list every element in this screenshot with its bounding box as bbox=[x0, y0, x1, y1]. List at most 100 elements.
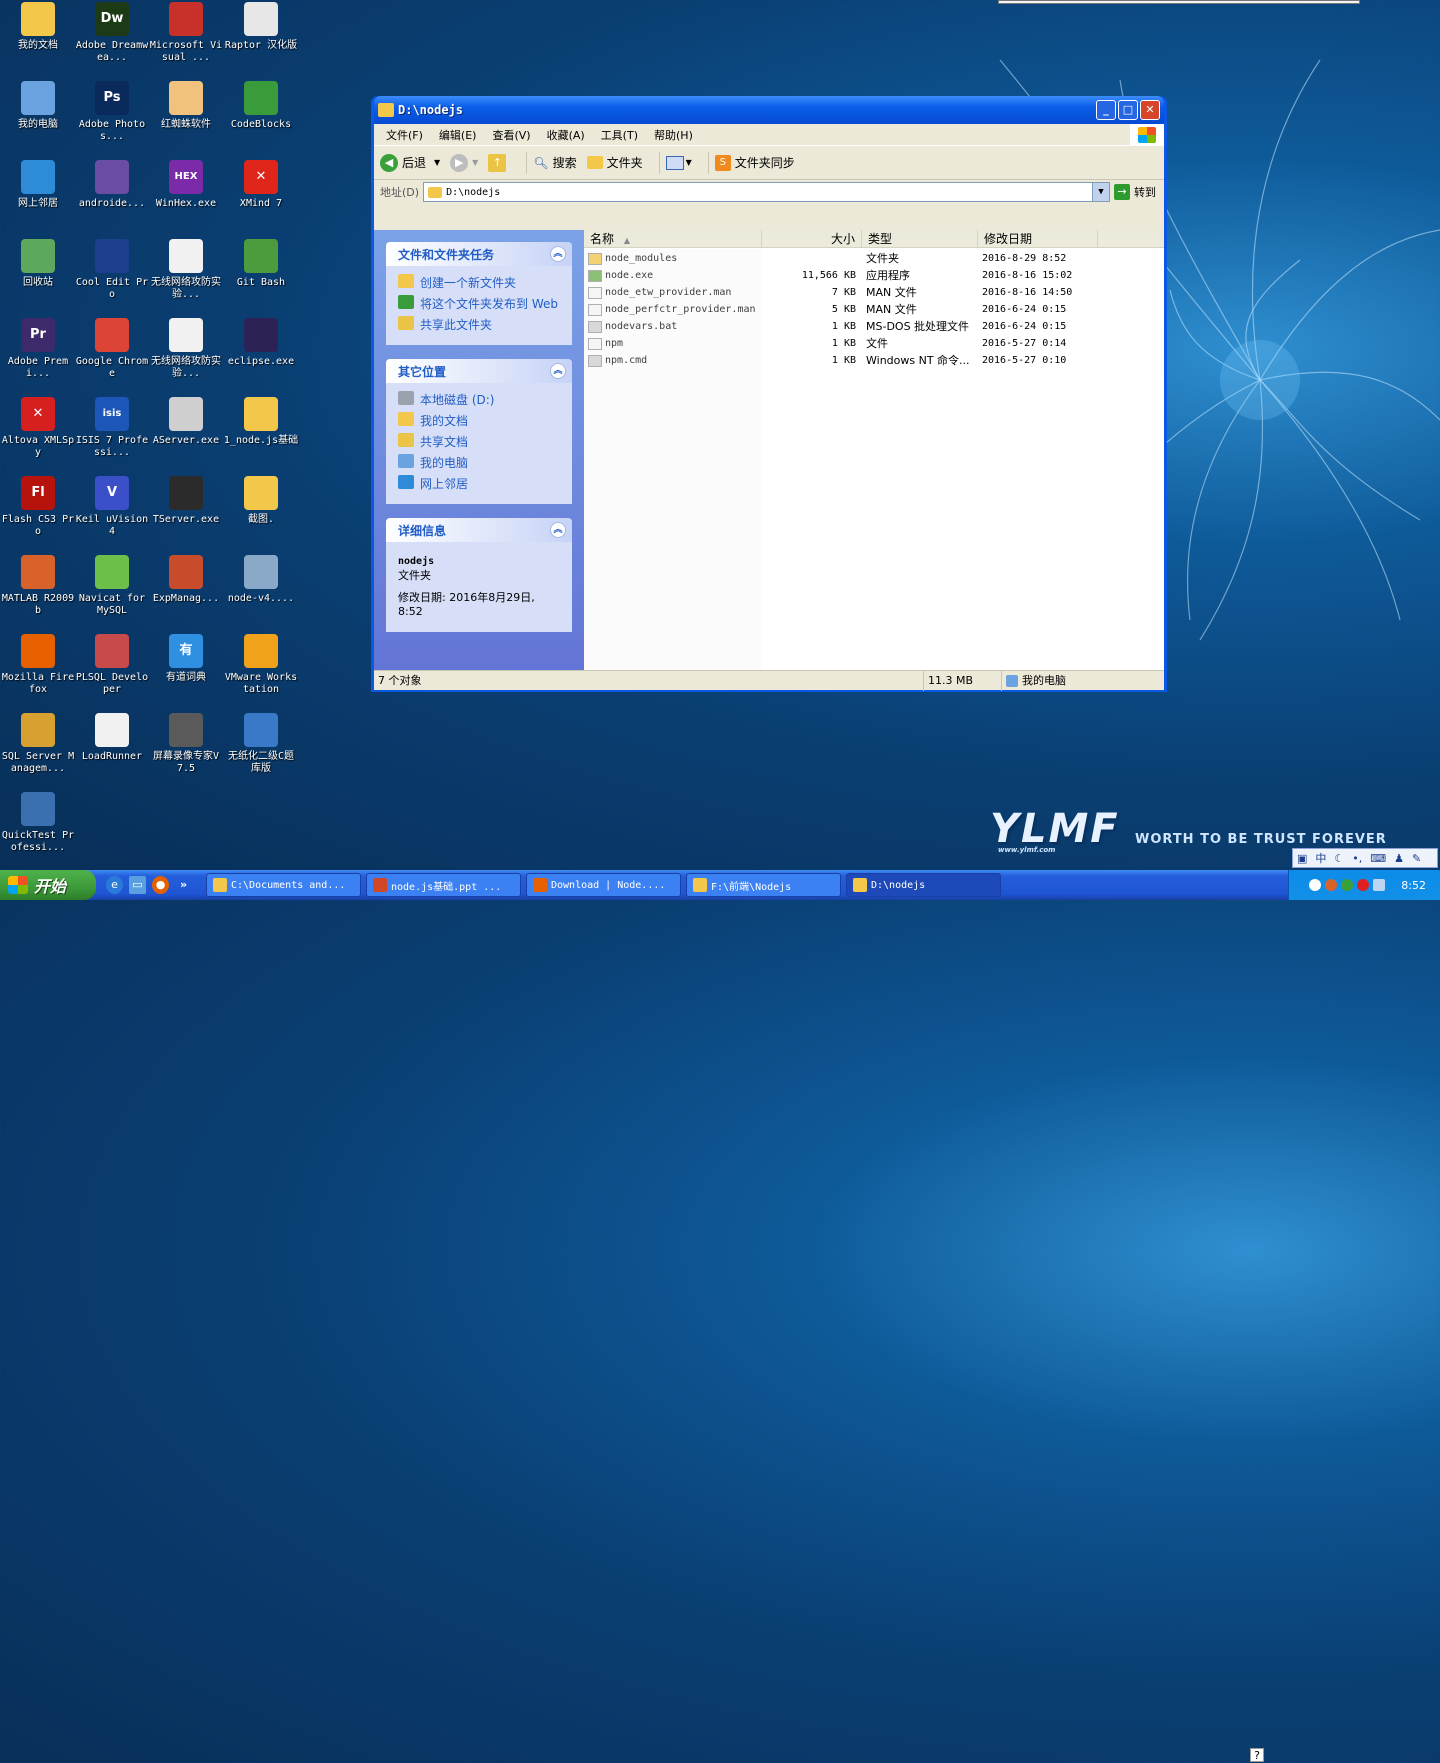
desktop-icon[interactable]: 屏幕录像专家V7.5 bbox=[148, 713, 224, 775]
maximize-button[interactable]: □ bbox=[1118, 100, 1138, 120]
desktop-icon[interactable]: HEX WinHex.exe bbox=[148, 160, 224, 210]
taskbar-task-button[interactable]: node.js基础.ppt ... bbox=[366, 873, 521, 897]
desktop-icon[interactable]: Mozilla Firefox bbox=[0, 634, 76, 696]
ime-lang[interactable]: 中 bbox=[1315, 850, 1326, 866]
menu-item[interactable]: 帮助(H) bbox=[646, 127, 701, 143]
file-row[interactable]: node_perfctr_provider.man 5 KB MAN 文件 2016-… bbox=[584, 301, 1164, 318]
desktop-icon[interactable]: ExpManag... bbox=[148, 555, 224, 605]
task-link[interactable]: 共享文档 bbox=[398, 433, 562, 450]
desktop-icon[interactable]: 无纸化二级C题库版 bbox=[223, 713, 299, 775]
file-row[interactable]: node_modules 文件夹 2016-8-29 8:52 bbox=[584, 250, 1164, 267]
desktop-icon[interactable]: LoadRunner bbox=[74, 713, 150, 763]
help-icon[interactable]: ? bbox=[1250, 1748, 1264, 1762]
desktop-icon[interactable]: Ps Adobe Photos... bbox=[74, 81, 150, 143]
desktop-icon[interactable]: Fl Flash CS3 Pro bbox=[0, 476, 76, 538]
firefox-icon[interactable]: ● bbox=[152, 876, 169, 894]
menu-item[interactable]: 文件(F) bbox=[378, 127, 431, 143]
back-button[interactable]: ◀ 后退 ▼ bbox=[380, 153, 440, 172]
address-dropdown-button[interactable]: ▼ bbox=[1092, 183, 1109, 201]
desktop-icon[interactable]: Git Bash bbox=[223, 239, 299, 289]
file-tasks-header[interactable]: 文件和文件夹任务 ︽ bbox=[386, 242, 572, 266]
folders-button[interactable]: 文件夹 bbox=[586, 154, 643, 171]
menu-item[interactable]: 工具(T) bbox=[593, 127, 646, 143]
desktop-icon[interactable]: 1_node.js基础 bbox=[223, 397, 299, 447]
column-modified[interactable]: 修改日期 bbox=[978, 230, 1098, 247]
chevron-right-icon[interactable]: » bbox=[175, 876, 192, 894]
punct-icon[interactable]: •, bbox=[1352, 852, 1362, 865]
other-places-header[interactable]: 其它位置 ︽ bbox=[386, 359, 572, 383]
moon-icon[interactable]: ☾ bbox=[1334, 852, 1344, 865]
task-link[interactable]: 共享此文件夹 bbox=[398, 316, 562, 333]
desktop-icon[interactable]: CodeBlocks bbox=[223, 81, 299, 131]
desktop-icon[interactable]: Google Chrome bbox=[74, 318, 150, 380]
shield-tray-icon[interactable] bbox=[1341, 879, 1354, 891]
desktop-icon[interactable]: Pr Adobe Premi... bbox=[0, 318, 76, 380]
user-icon[interactable]: ♟ bbox=[1394, 852, 1404, 865]
close-button[interactable]: ✕ bbox=[1140, 100, 1160, 120]
taskbar-task-button[interactable]: C:\Documents and... bbox=[206, 873, 361, 897]
menu-item[interactable]: 收藏(A) bbox=[539, 127, 593, 143]
folder-sync-button[interactable]: S 文件夹同步 bbox=[714, 154, 795, 171]
task-link[interactable]: 将这个文件夹发布到 Web bbox=[398, 295, 562, 312]
address-input[interactable]: D:\nodejs ▼ bbox=[423, 182, 1110, 202]
start-button[interactable]: 开始 bbox=[0, 870, 96, 900]
task-link[interactable]: 我的电脑 bbox=[398, 454, 562, 471]
desktop-icon[interactable]: isis ISIS 7 Professi... bbox=[74, 397, 150, 459]
desktop-icon[interactable]: 无线网络攻防实验... bbox=[148, 239, 224, 301]
ie-icon[interactable]: e bbox=[106, 876, 123, 894]
desktop-icon[interactable]: ▭ bbox=[129, 876, 146, 894]
desktop-icon[interactable]: V Keil uVision4 bbox=[74, 476, 150, 538]
column-size[interactable]: 大小 bbox=[762, 230, 862, 247]
go-button[interactable]: → 转到 bbox=[1114, 184, 1156, 200]
file-row[interactable]: node.exe 11,566 KB 应用程序 2016-8-16 15:02 bbox=[584, 267, 1164, 284]
desktop-icon[interactable]: eclipse.exe bbox=[223, 318, 299, 368]
desktop-icon[interactable]: 回收站 bbox=[0, 239, 76, 289]
desktop-icon[interactable]: ✕ Altova XMLSpy bbox=[0, 397, 76, 459]
desktop-icon[interactable]: VMware Workstation bbox=[223, 634, 299, 696]
menu-item[interactable]: 编辑(E) bbox=[431, 127, 485, 143]
desktop-icon[interactable]: 网上邻居 bbox=[0, 160, 76, 210]
back-tray-icon[interactable] bbox=[1309, 879, 1322, 891]
record-tray-icon[interactable] bbox=[1357, 879, 1370, 891]
minimize-button[interactable]: _ bbox=[1096, 100, 1116, 120]
desktop-icon[interactable]: 无线网络攻防实验... bbox=[148, 318, 224, 380]
desktop-icon[interactable]: 截图. bbox=[223, 476, 299, 526]
desktop-icon[interactable]: Dw Adobe Dreamwea... bbox=[74, 2, 150, 64]
ime-toolbar[interactable]: ▣ 中 ☾ •, ⌨ ♟ ✎ bbox=[1292, 848, 1438, 868]
desktop-icon[interactable]: QuickTest Professi... bbox=[0, 792, 76, 854]
taskbar-task-button[interactable]: Download | Node.... bbox=[526, 873, 681, 897]
wrench-icon[interactable]: ✎ bbox=[1412, 852, 1421, 865]
task-link[interactable]: 本地磁盘 (D:) bbox=[398, 391, 562, 408]
desktop-icon[interactable]: 我的文档 bbox=[0, 2, 76, 52]
forward-button[interactable]: ▶ ▼ bbox=[450, 153, 478, 172]
up-folder-button[interactable]: ↑ bbox=[488, 153, 510, 172]
keyboard-icon[interactable]: ⌨ bbox=[1370, 852, 1386, 865]
taskbar-task-button[interactable]: F:\前端\Nodejs bbox=[686, 873, 841, 897]
matlab-tray-icon[interactable] bbox=[1325, 879, 1338, 891]
desktop-icon[interactable]: AServer.exe bbox=[148, 397, 224, 447]
desktop-icon[interactable]: androide... bbox=[74, 160, 150, 210]
file-row[interactable]: nodevars.bat 1 KB MS-DOS 批处理文件 2016-6-24 0:… bbox=[584, 318, 1164, 335]
file-row[interactable]: node_etw_provider.man 7 KB MAN 文件 2016-8-16… bbox=[584, 284, 1164, 301]
task-link[interactable]: 网上邻居 bbox=[398, 475, 562, 492]
column-type[interactable]: 类型 bbox=[862, 230, 978, 247]
search-button[interactable]: 🔍︎ 搜索 bbox=[533, 154, 576, 171]
task-link[interactable]: 创建一个新文件夹 bbox=[398, 274, 562, 291]
file-row[interactable]: npm 1 KB 文件 2016-5-27 0:14 bbox=[584, 335, 1164, 352]
taskbar-task-button[interactable]: D:\nodejs bbox=[846, 873, 1001, 897]
desktop-icon[interactable]: Cool Edit Pro bbox=[74, 239, 150, 301]
clock[interactable]: 8:52 bbox=[1401, 879, 1426, 892]
views-button[interactable]: ▼ bbox=[665, 155, 692, 170]
desktop-icon[interactable]: 我的电脑 bbox=[0, 81, 76, 131]
collapse-icon[interactable]: ︽ bbox=[550, 522, 566, 538]
collapse-icon[interactable]: ︽ bbox=[550, 363, 566, 379]
details-header[interactable]: 详细信息 ︽ bbox=[386, 518, 572, 542]
desktop-icon[interactable]: TServer.exe bbox=[148, 476, 224, 526]
desktop-icon[interactable]: node-v4.... bbox=[223, 555, 299, 605]
collapse-icon[interactable]: ︽ bbox=[550, 246, 566, 262]
column-name[interactable]: 名称 ▲ bbox=[584, 230, 762, 247]
desktop-icon[interactable]: Navicat for MySQL bbox=[74, 555, 150, 617]
desktop-icon[interactable]: Raptor 汉化版 bbox=[223, 2, 299, 52]
file-row[interactable]: npm.cmd 1 KB Windows NT 命令... 2016-5-27 0:1… bbox=[584, 352, 1164, 369]
desktop-icon[interactable]: 红蜘蛛软件 bbox=[148, 81, 224, 131]
